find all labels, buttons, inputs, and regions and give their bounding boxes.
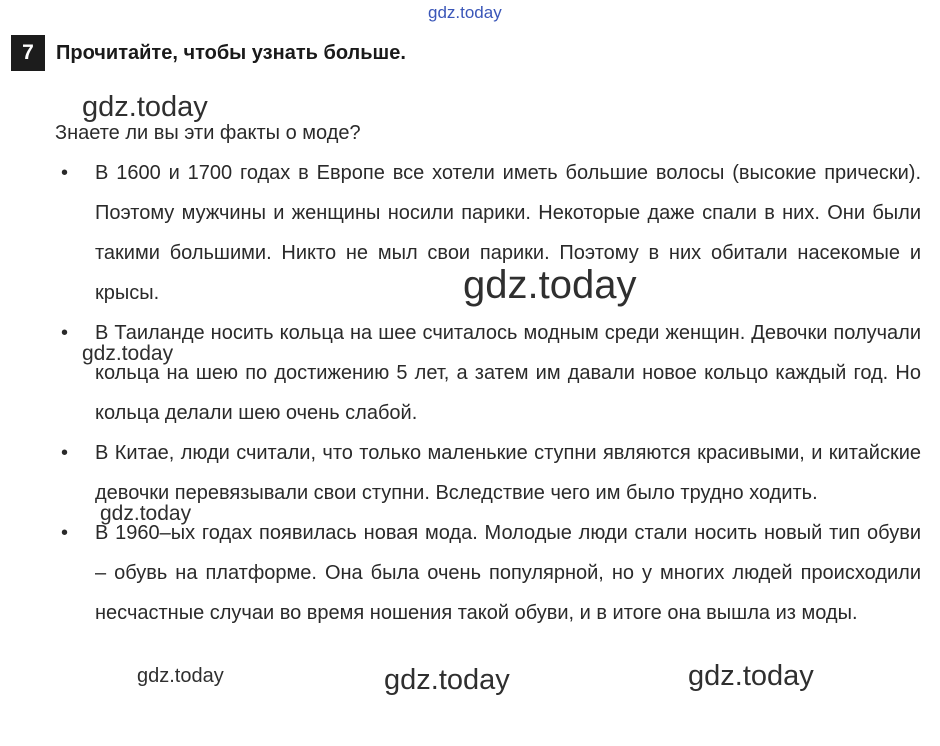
- intro-question: Знаете ли вы эти факты о моде?: [55, 122, 361, 144]
- watermark: gdz.today: [688, 660, 814, 692]
- exercise-number-badge: 7: [11, 35, 45, 71]
- facts-list: • В 1600 и 1700 годах в Европе все хотел…: [55, 153, 921, 633]
- watermark: gdz.today: [463, 263, 637, 307]
- fact-item-foot-binding: • В Китае, люди считали, что только мале…: [55, 433, 921, 513]
- bullet-icon: •: [61, 522, 69, 544]
- fact-text: В Китае, люди считали, что только малень…: [95, 442, 921, 504]
- watermark-top: gdz.today: [428, 3, 502, 22]
- fact-item-platform-shoes: • В 1960–ых годах появилась новая мода. …: [55, 513, 921, 633]
- watermark: gdz.today: [82, 342, 174, 365]
- watermark: gdz.today: [384, 664, 510, 696]
- fact-text: В Таиланде носить кольца на шее считалос…: [95, 322, 921, 424]
- bullet-icon: •: [61, 162, 69, 184]
- fact-text: В 1960–ых годах появилась новая мода. Мо…: [95, 522, 921, 624]
- bullet-icon: •: [61, 442, 69, 464]
- bullet-icon: •: [61, 322, 69, 344]
- watermark: gdz.today: [82, 91, 208, 123]
- fact-item-neck-rings: • В Таиланде носить кольца на шее считал…: [55, 313, 921, 433]
- watermark: gdz.today: [100, 502, 192, 525]
- exercise-title: Прочитайте, чтобы узнать больше.: [56, 42, 406, 64]
- watermark: gdz.today: [137, 665, 224, 687]
